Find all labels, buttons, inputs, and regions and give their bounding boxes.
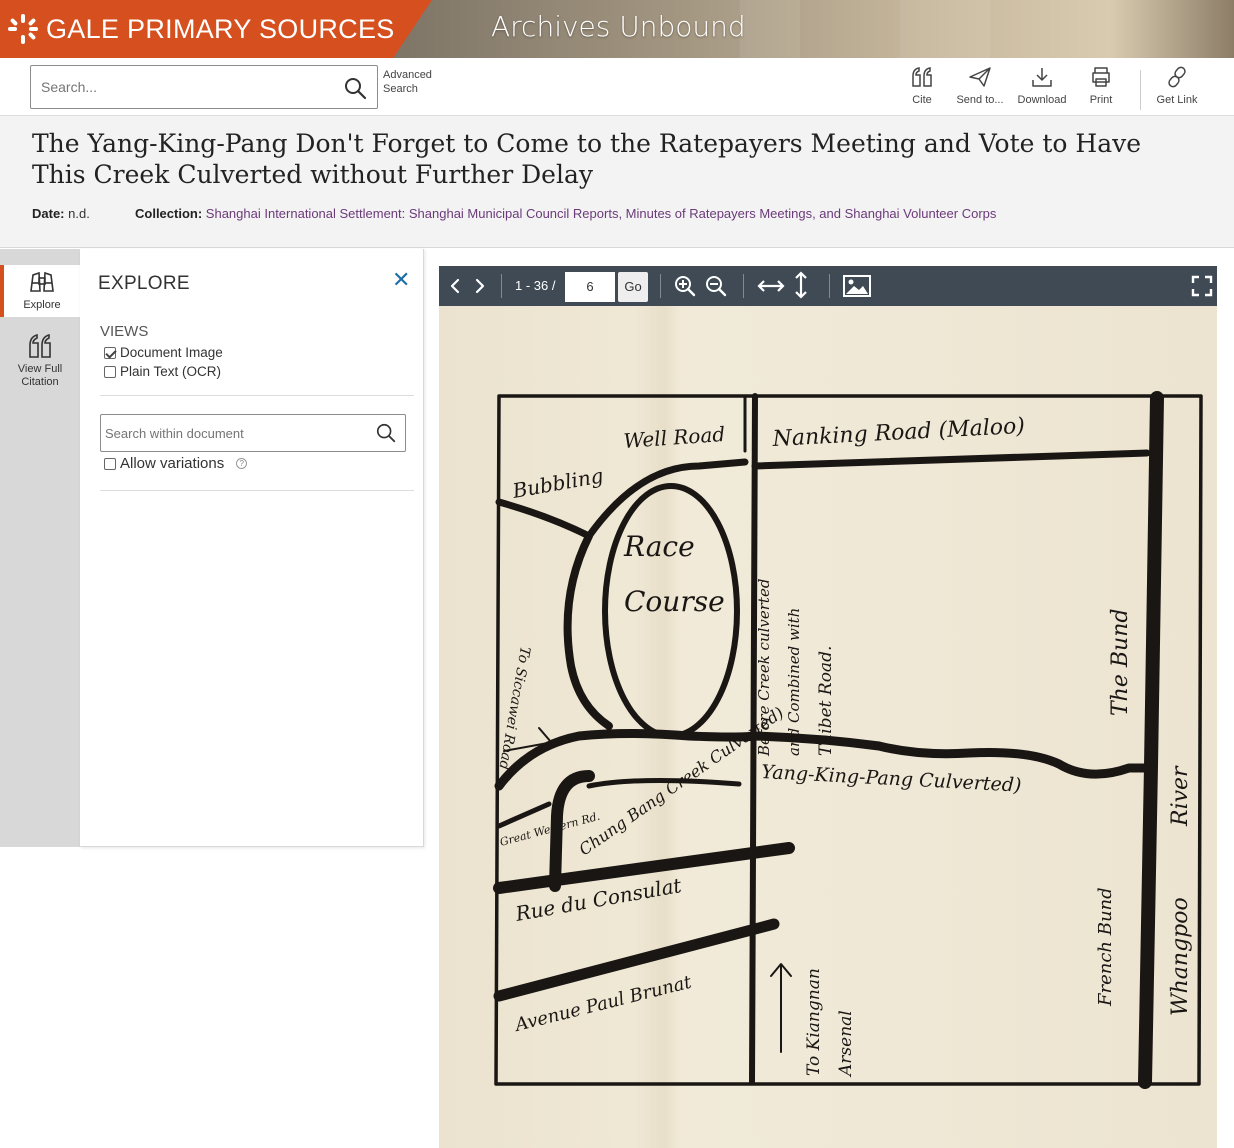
viewer-toolbar: 1 - 36 / 6 Go <box>439 266 1217 306</box>
download-button[interactable]: Download <box>1012 66 1072 110</box>
banner-background <box>900 0 990 58</box>
product-title: Archives Unbound <box>491 10 746 43</box>
view-option-document-image[interactable]: Document Image <box>104 345 223 360</box>
search-icon[interactable] <box>343 76 367 100</box>
map-label: Well Road <box>623 422 726 453</box>
binoculars-icon <box>30 271 54 292</box>
download-label: Download <box>1017 94 1067 106</box>
view-option-label: Plain Text (OCR) <box>120 364 222 379</box>
next-page-icon[interactable] <box>468 274 492 298</box>
document-title: The Yang-King-Pang Don't Forget to Come … <box>32 129 1142 189</box>
header-banner: GALE PRIMARY SOURCES Archives Unbound <box>0 0 1234 58</box>
map-label: River <box>1168 765 1193 827</box>
get-link-button[interactable]: Get Link <box>1150 66 1204 110</box>
gale-logo-icon <box>8 14 38 44</box>
brand-name: GALE PRIMARY SOURCES <box>46 13 395 44</box>
search-icon[interactable] <box>375 422 397 444</box>
collection-label: Collection: <box>135 206 203 221</box>
search-within-input[interactable] <box>105 424 365 442</box>
toolbar-divider <box>501 274 502 298</box>
previous-page-icon[interactable] <box>443 274 467 298</box>
checkbox-unchecked[interactable] <box>104 457 116 470</box>
map-label: Race <box>623 530 695 563</box>
send-to-button[interactable]: Send to... <box>952 66 1008 110</box>
image-settings-icon[interactable] <box>842 274 872 298</box>
allow-variations-option[interactable]: Allow variations ? <box>104 455 248 472</box>
toolbar-divider <box>743 274 744 298</box>
toolbar-divider <box>660 274 661 298</box>
rail-item-label: View Full Citation <box>17 363 63 388</box>
toolbar-divider <box>829 274 830 298</box>
quote-icon <box>29 333 51 358</box>
document-header: The Yang-King-Pang Don't Forget to Come … <box>0 116 1234 248</box>
map-label: The Bund <box>1108 609 1133 716</box>
map-label: and Combined with <box>785 608 803 756</box>
global-search <box>30 65 378 109</box>
document-image[interactable]: Well Road Nanking Road (Maloo) Bubbling … <box>439 306 1217 1148</box>
zoom-out-icon[interactable] <box>704 274 728 298</box>
map-label: Course <box>624 585 725 618</box>
map-label: Yang-King-Pang Culverted) <box>761 761 1022 797</box>
help-icon[interactable]: ? <box>236 458 248 469</box>
zoom-in-icon[interactable] <box>673 274 697 298</box>
rail-item-label: Explore <box>23 299 61 311</box>
toolbar: Advanced Search Cite Send to... Download… <box>0 58 1234 116</box>
explore-panel: EXPLORE ✕ VIEWS Document Image Plain Tex… <box>80 249 424 847</box>
toolbar-divider <box>1140 70 1141 110</box>
divider <box>100 395 414 396</box>
document-viewer: 1 - 36 / 6 Go Well Road Nanking Road (Ma… <box>439 266 1217 1148</box>
checkbox-checked[interactable] <box>104 346 116 359</box>
hand-drawn-map: Well Road Nanking Road (Maloo) Bubbling … <box>493 391 1203 1089</box>
rail-item-explore[interactable]: Explore <box>0 265 80 317</box>
close-icon[interactable]: ✕ <box>392 267 410 293</box>
map-label: To Kiangnan <box>804 968 824 1076</box>
cite-button[interactable]: Cite <box>905 66 939 110</box>
download-icon <box>1032 68 1052 87</box>
search-within-box <box>100 414 406 452</box>
view-option-label: Document Image <box>120 345 223 360</box>
rail-item-view-full-citation[interactable]: View Full Citation <box>0 333 80 393</box>
fit-height-icon[interactable] <box>789 270 813 300</box>
page-number-input[interactable]: 6 <box>565 272 615 302</box>
collection-field: Collection: Shanghai International Settl… <box>135 206 996 221</box>
map-label: Nanking Road (Maloo) <box>771 414 1025 452</box>
map-label: Arsenal <box>836 1010 856 1078</box>
date-field: Date: n.d. <box>32 206 90 221</box>
date-value: n.d. <box>68 206 90 221</box>
get-link-label: Get Link <box>1156 94 1198 106</box>
map-label: French Bund <box>1095 887 1116 1007</box>
quote-icon <box>912 67 932 87</box>
views-label: VIEWS <box>100 323 149 340</box>
map-label: Thibet Road. <box>816 646 836 756</box>
date-label: Date: <box>32 206 65 221</box>
checkbox-unchecked[interactable] <box>104 365 116 378</box>
print-label: Print <box>1089 94 1113 106</box>
cite-label: Cite <box>912 94 932 106</box>
view-option-plain-text[interactable]: Plain Text (OCR) <box>104 364 221 379</box>
page-range: 1 - 36 / <box>515 278 556 293</box>
collection-link[interactable]: Shanghai International Settlement: Shang… <box>206 206 997 221</box>
send-to-label: Send to... <box>956 94 1004 106</box>
map-label: To Siccawei Road <box>495 645 532 771</box>
map-label: Bubbling <box>510 463 605 503</box>
map-label: Whangpoo <box>1168 897 1193 1016</box>
explore-title: EXPLORE <box>98 273 190 294</box>
search-input[interactable] <box>41 76 331 98</box>
divider <box>100 490 414 491</box>
fullscreen-icon[interactable] <box>1190 274 1214 298</box>
fit-width-icon[interactable] <box>756 274 786 298</box>
print-icon <box>1092 67 1110 87</box>
allow-variations-label: Allow variations <box>120 455 225 472</box>
link-icon <box>1168 66 1186 88</box>
go-button[interactable]: Go <box>618 272 648 302</box>
advanced-search-link[interactable]: Advanced Search <box>383 68 443 96</box>
side-rail: Explore View Full Citation <box>0 249 80 847</box>
gale-brand[interactable]: GALE PRIMARY SOURCES <box>0 0 432 58</box>
send-icon <box>969 67 991 87</box>
print-button[interactable]: Print <box>1084 66 1118 110</box>
banner-background <box>740 0 800 58</box>
